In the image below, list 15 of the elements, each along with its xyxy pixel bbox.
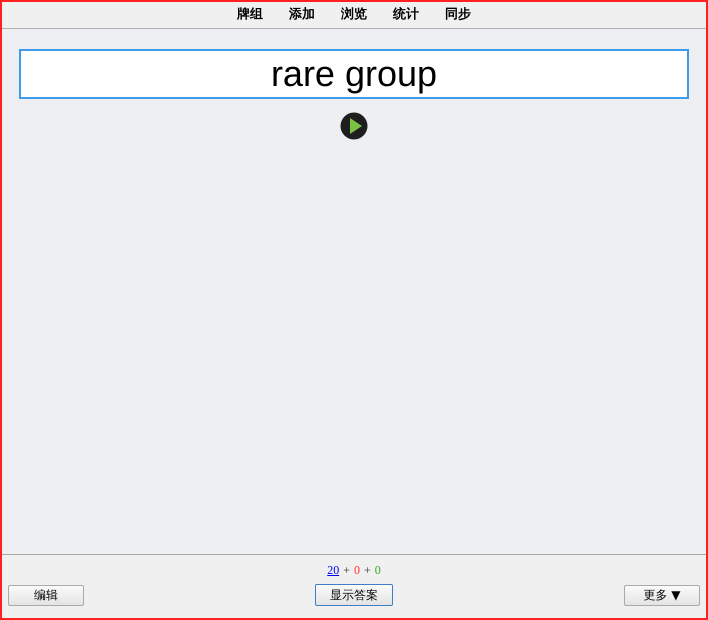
menu-link[interactable]: 统计 (393, 5, 419, 25)
new-count-link[interactable]: 20 (327, 561, 340, 579)
menu-link[interactable]: 添加 (289, 5, 315, 25)
plus-sign: + (364, 562, 371, 579)
menu-link[interactable]: 同步 (445, 5, 471, 25)
plus-sign: + (343, 562, 350, 579)
edit-button[interactable]: 编辑 (8, 584, 84, 606)
card-count: 0 (374, 562, 381, 579)
menu-link[interactable]: 浏览 (341, 5, 367, 25)
menu-link[interactable]: 牌组 (237, 5, 263, 25)
answer-field[interactable]: rare group (19, 49, 689, 99)
play-icon[interactable] (340, 112, 368, 140)
more-button[interactable]: 更多 ▼ (624, 584, 700, 606)
show-answer-button[interactable]: 显示答案 (315, 584, 393, 606)
card-count: 0 (354, 562, 360, 579)
